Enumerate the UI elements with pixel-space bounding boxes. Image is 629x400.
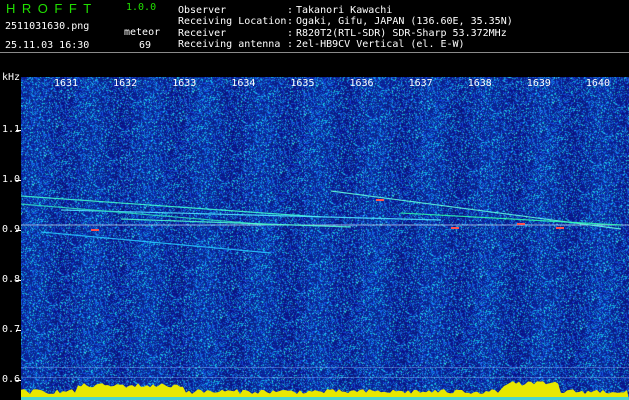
meteor-echo — [91, 229, 99, 231]
observer-value: Takanori Kawachi — [296, 5, 393, 16]
time-tick-label: 1634 — [231, 78, 256, 89]
header-divider — [0, 52, 629, 53]
observer-label: Observer — [178, 5, 227, 16]
spectrogram: 1631 1632 1633 1634 1635 1636 1637 1638 1639 1640 — [21, 77, 629, 400]
meteor-echo — [376, 199, 384, 201]
filename-label: 2511031630.png — [5, 21, 90, 32]
observer-colon: : — [287, 5, 294, 16]
meteor-trace — [330, 190, 622, 230]
location-value: Ogaki, Gifu, JAPAN (136.60E, 35.35N) — [296, 16, 513, 27]
time-tick-label: 1638 — [467, 78, 492, 89]
time-tick-label: 1636 — [349, 78, 374, 89]
time-tick-label: 1637 — [408, 78, 433, 89]
time-tick-label: 1635 — [290, 78, 315, 89]
time-tick-label: 1640 — [585, 78, 610, 89]
app-version: 1.0.0 — [126, 2, 157, 13]
meteor-count: 69 — [139, 40, 152, 51]
meteor-echo — [556, 227, 564, 229]
receiver-value: R820T2(RTL-SDR) SDR-Sharp 53.372MHz — [296, 28, 507, 39]
location-colon: : — [287, 16, 294, 27]
freq-unit-label: kHz — [2, 72, 21, 83]
time-tick-label: 1632 — [113, 78, 138, 89]
time-tick-label: 1633 — [172, 78, 197, 89]
receiver-colon: : — [287, 28, 294, 39]
receiver-label: Receiver — [178, 28, 227, 39]
meteor-trace — [40, 231, 272, 254]
app-title: HROFFT — [6, 1, 98, 16]
datetime-label: 25.11.03 16:30 — [5, 40, 90, 51]
meteor-trace — [21, 195, 322, 218]
location-label: Receiving Location — [178, 16, 287, 27]
hrofft-window: HROFFT 1.0.0 2511031630.png meteor 69 25… — [0, 0, 629, 400]
spectrogram-overlay — [21, 77, 629, 400]
antenna-value: 2el-HB9CV Vertical (el. E-W) — [296, 39, 465, 50]
antenna-colon: : — [287, 39, 294, 50]
meteor-trace — [120, 218, 352, 228]
meteor-label: meteor — [124, 27, 161, 38]
time-tick-label: 1639 — [526, 78, 551, 89]
meteor-echo — [451, 227, 459, 229]
time-tick-label: 1631 — [54, 78, 79, 89]
antenna-label: Receiving antenna — [178, 39, 281, 50]
meteor-echo — [517, 223, 525, 225]
